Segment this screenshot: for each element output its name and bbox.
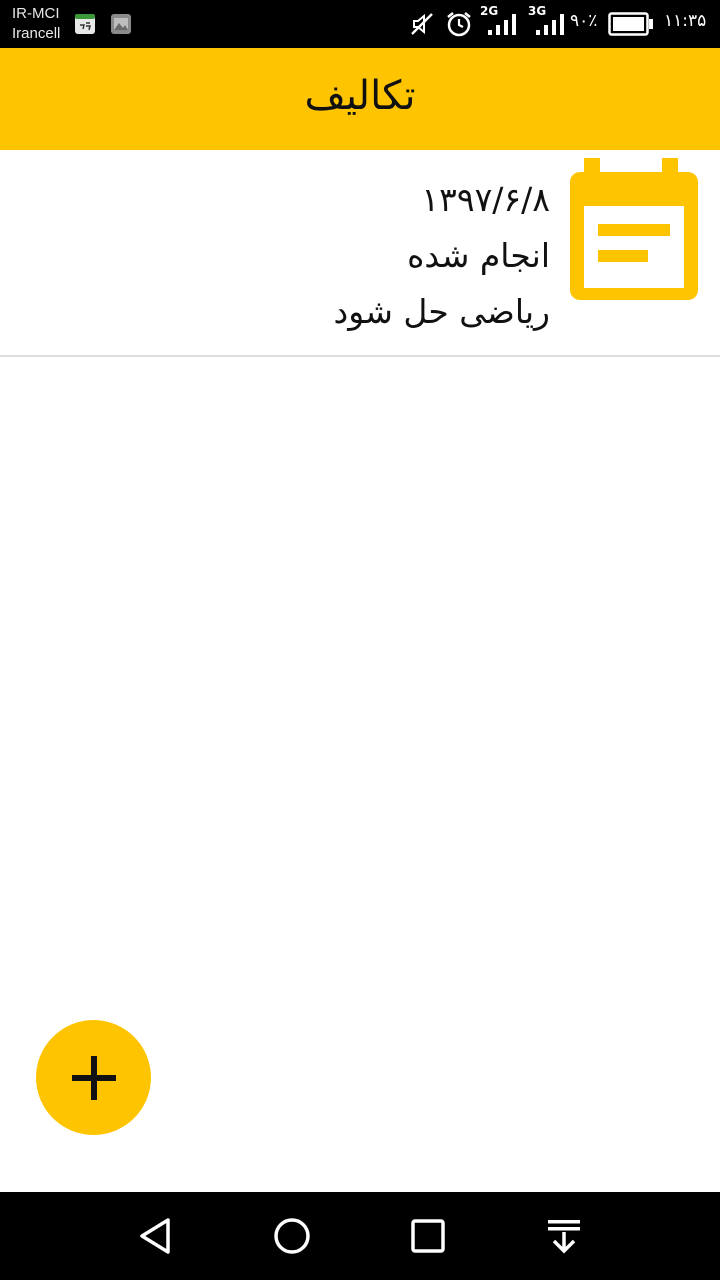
home-circle-icon[interactable] xyxy=(270,1214,314,1258)
image-notification-icon xyxy=(111,14,131,34)
battery-icon xyxy=(608,12,653,36)
app-screen: IR-MCI Irancell 2G 3G ۹۰٪ ۱۱:۳۵ تکالیف ۱… xyxy=(0,0,720,1280)
status-bar: IR-MCI Irancell 2G 3G ۹۰٪ ۱۱:۳۵ xyxy=(0,0,720,48)
carrier-1: IR-MCI xyxy=(12,5,60,22)
battery-percent: ۹۰٪ xyxy=(570,11,598,31)
carrier-2: Irancell xyxy=(12,25,61,42)
signal-2-icon xyxy=(536,14,564,35)
navigation-bar xyxy=(0,1192,720,1280)
signal-1-icon xyxy=(488,14,516,35)
list-item-title: ریاضی حل شود xyxy=(333,292,550,331)
alarm-icon xyxy=(447,12,471,37)
clock: ۱۱:۳۵ xyxy=(664,11,707,31)
calendar-note-icon xyxy=(570,158,698,300)
pull-down-icon[interactable] xyxy=(542,1214,586,1258)
plus-icon xyxy=(72,1056,116,1100)
recents-square-icon[interactable] xyxy=(406,1214,450,1258)
list-item-texts: ۱۳۹۷/۶/۸ انجام شده ریاضی حل شود xyxy=(334,172,550,340)
app-bar: تکالیف xyxy=(0,48,720,150)
app-notification-icon xyxy=(75,14,95,34)
list-item-status: انجام شده xyxy=(407,236,550,275)
status-icons: 2G 3G ۹۰٪ ۱۱:۳۵ xyxy=(400,0,712,48)
list-item-date: ۱۳۹۷/۶/۸ xyxy=(421,180,550,219)
add-task-button[interactable] xyxy=(36,1020,151,1135)
list-item[interactable]: ۱۳۹۷/۶/۸ انجام شده ریاضی حل شود xyxy=(0,150,720,357)
page-title: تکالیف xyxy=(304,73,416,119)
carrier-info: IR-MCI Irancell xyxy=(12,4,60,44)
mute-icon xyxy=(411,13,433,35)
back-triangle-icon[interactable] xyxy=(134,1214,178,1258)
